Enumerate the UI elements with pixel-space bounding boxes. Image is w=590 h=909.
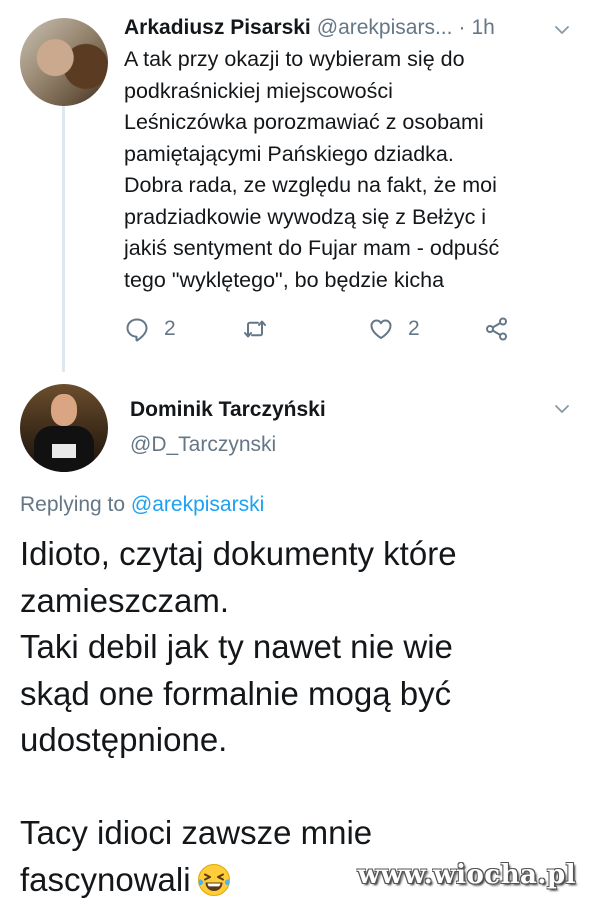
author-handle[interactable]: @arekpisars... xyxy=(317,16,453,40)
retweet-button[interactable] xyxy=(242,316,268,342)
tweet-text-content: Idioto, czytaj dokumenty które zamieszcz… xyxy=(20,535,457,898)
author-name[interactable]: Arkadiusz Pisarski xyxy=(124,16,311,40)
reply-button[interactable]: 2 xyxy=(124,316,176,342)
replying-to-label: Replying to xyxy=(20,493,126,516)
tweet-text-line: Leśniczówka porozmawiać z osobami xyxy=(124,110,484,134)
avatar[interactable] xyxy=(20,18,108,106)
tweet-time[interactable]: 1h xyxy=(471,16,494,40)
meta-separator: · xyxy=(458,16,466,39)
tweet-text: A tak przy okazji to wybieram się do pod… xyxy=(124,44,564,296)
reply-count: 2 xyxy=(164,317,176,340)
replying-to: Replying to @arekpisarski xyxy=(20,493,264,517)
share-button[interactable] xyxy=(484,316,510,342)
tweet-text-line: jakiś sentyment do Fujar mam - odpuść xyxy=(124,236,500,260)
tweet-text-line: A tak przy okazji to wybieram się do xyxy=(124,47,465,71)
tweet-text-line: podkraśnickiej miejscowości xyxy=(124,78,393,103)
reply-icon xyxy=(126,318,148,342)
chevron-down-icon[interactable] xyxy=(554,401,570,417)
tweet-header: Arkadiusz Pisarski @arekpisars... · 1h xyxy=(124,12,570,44)
like-button[interactable]: 2 xyxy=(368,316,420,342)
thread-line xyxy=(62,104,65,372)
heart-icon xyxy=(370,319,392,339)
share-icon xyxy=(486,317,507,341)
avatar-face xyxy=(51,394,77,426)
grinning-squinting-face-with-tears-icon xyxy=(197,863,231,897)
avatar-photo-print xyxy=(52,444,76,458)
tweet-text-line: tego "wyklętego", bo będzie kicha xyxy=(124,267,445,292)
retweet-icon xyxy=(244,320,266,338)
author-name[interactable]: Dominik Tarczyński xyxy=(130,398,326,422)
tweet-text-line: Dobra rada, ze względu na fakt, że moi xyxy=(124,173,497,197)
avatar[interactable] xyxy=(20,384,108,472)
tweet-actions: 2 2 xyxy=(124,316,524,350)
tweet-text: Idioto, czytaj dokumenty które zamieszcz… xyxy=(20,531,580,903)
tweet-text-line: pamiętającymi Pańskiego dziadka. xyxy=(124,141,454,166)
chevron-down-icon[interactable] xyxy=(554,22,570,38)
tweet-text-line: pradziadkowie wywodzą się z Bełżyc i xyxy=(124,204,487,229)
replying-to-handle[interactable]: @arekpisarski xyxy=(131,493,264,516)
watermark: www.wiocha.pl xyxy=(357,860,576,890)
like-count: 2 xyxy=(408,317,420,340)
author-handle[interactable]: @D_Tarczynski xyxy=(130,433,276,457)
